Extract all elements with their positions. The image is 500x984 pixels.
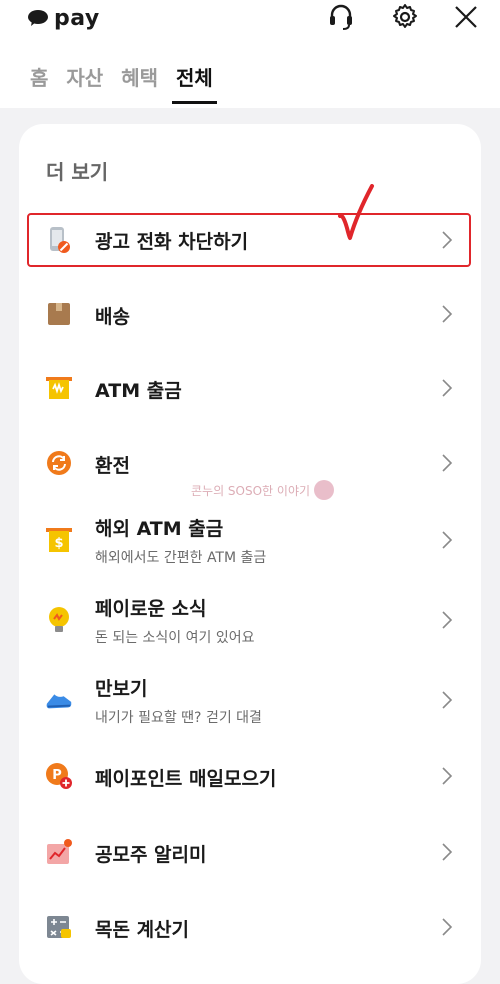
overseas-atm-icon: $ (45, 526, 73, 554)
chevron-right-icon (442, 843, 453, 861)
customer-support-button[interactable] (326, 2, 356, 32)
tab-assets[interactable]: 자산 (66, 62, 103, 104)
chevron-right-icon (442, 691, 453, 709)
menu-item-lump-sum-calculator[interactable]: 목돈 계산기 (19, 901, 481, 953)
close-button[interactable] (451, 2, 481, 32)
item-label: ATM 출금 (95, 380, 182, 402)
item-label: 해외 ATM 출금 (95, 518, 224, 540)
chevron-right-icon (442, 767, 453, 785)
menu-item-atm-withdrawal[interactable]: ATM 출금 (19, 362, 481, 414)
item-label: 페이포인트 매일모으기 (95, 768, 277, 790)
lightbulb-icon (45, 606, 73, 634)
logo-text: pay (54, 5, 100, 31)
chevron-right-icon (442, 305, 453, 323)
tab-home[interactable]: 홈 (30, 62, 48, 104)
chevron-right-icon (442, 454, 453, 472)
item-label: 배송 (95, 306, 130, 328)
point-icon: P (45, 762, 73, 790)
red-checkmark-icon (338, 184, 374, 240)
top-header: pay 홈 자산 혜택 전체 (0, 0, 500, 108)
menu-item-paypoint-daily[interactable]: P 페이포인트 매일모으기 (19, 750, 481, 802)
section-title: 더 보기 (46, 160, 109, 184)
svg-text:$: $ (54, 536, 63, 551)
more-menu-card: 더 보기 광고 전화 차단하기 배송 ATM 출금 환전 콘누의 SOSO한 이… (19, 124, 481, 984)
menu-item-pedometer[interactable]: 만보기 내기가 필요할 땐? 걷기 대결 (19, 666, 481, 734)
item-subtitle: 내기가 필요할 땐? 걷기 대결 (95, 710, 262, 726)
main-tabs: 홈 자산 혜택 전체 (30, 62, 217, 104)
ipo-alert-icon (45, 838, 73, 866)
pay-logo[interactable]: pay (28, 4, 100, 32)
item-subtitle: 해외에서도 간편한 ATM 출금 (95, 550, 267, 566)
chevron-right-icon (442, 379, 453, 397)
chevron-right-icon (442, 531, 453, 549)
svg-text:P: P (52, 768, 62, 783)
headset-icon (330, 4, 352, 30)
chevron-right-icon (442, 611, 453, 629)
package-icon (45, 300, 73, 328)
tab-benefits[interactable]: 혜택 (121, 62, 158, 104)
item-label: 공모주 알리미 (95, 844, 207, 866)
gear-icon (393, 4, 417, 28)
watermark: 콘누의 SOSO한 이야기 (191, 480, 335, 500)
speech-bubble-icon (28, 10, 48, 26)
item-label: 목돈 계산기 (95, 919, 190, 941)
exchange-icon (45, 449, 73, 477)
settings-button[interactable] (390, 2, 420, 32)
highlight-box (27, 213, 471, 267)
item-label: 페이로운 소식 (95, 598, 207, 620)
calculator-icon (45, 913, 73, 941)
atm-icon (45, 374, 73, 402)
watermark-text: 콘누의 SOSO한 이야기 (191, 483, 311, 498)
menu-item-ipo-alert[interactable]: 공모주 알리미 (19, 826, 481, 878)
menu-item-delivery[interactable]: 배송 (19, 288, 481, 340)
close-icon (455, 6, 477, 28)
menu-item-overseas-atm[interactable]: $ 해외 ATM 출금 해외에서도 간편한 ATM 출금 (19, 506, 481, 574)
watermark-badge-icon (314, 480, 335, 500)
item-subtitle: 돈 되는 소식이 여기 있어요 (95, 630, 255, 646)
chevron-right-icon (442, 918, 453, 936)
menu-item-pay-news[interactable]: 페이로운 소식 돈 되는 소식이 여기 있어요 (19, 586, 481, 654)
sneaker-icon (45, 686, 73, 714)
tab-all[interactable]: 전체 (172, 62, 217, 104)
item-label: 만보기 (95, 678, 148, 700)
item-label: 환전 (95, 455, 130, 477)
